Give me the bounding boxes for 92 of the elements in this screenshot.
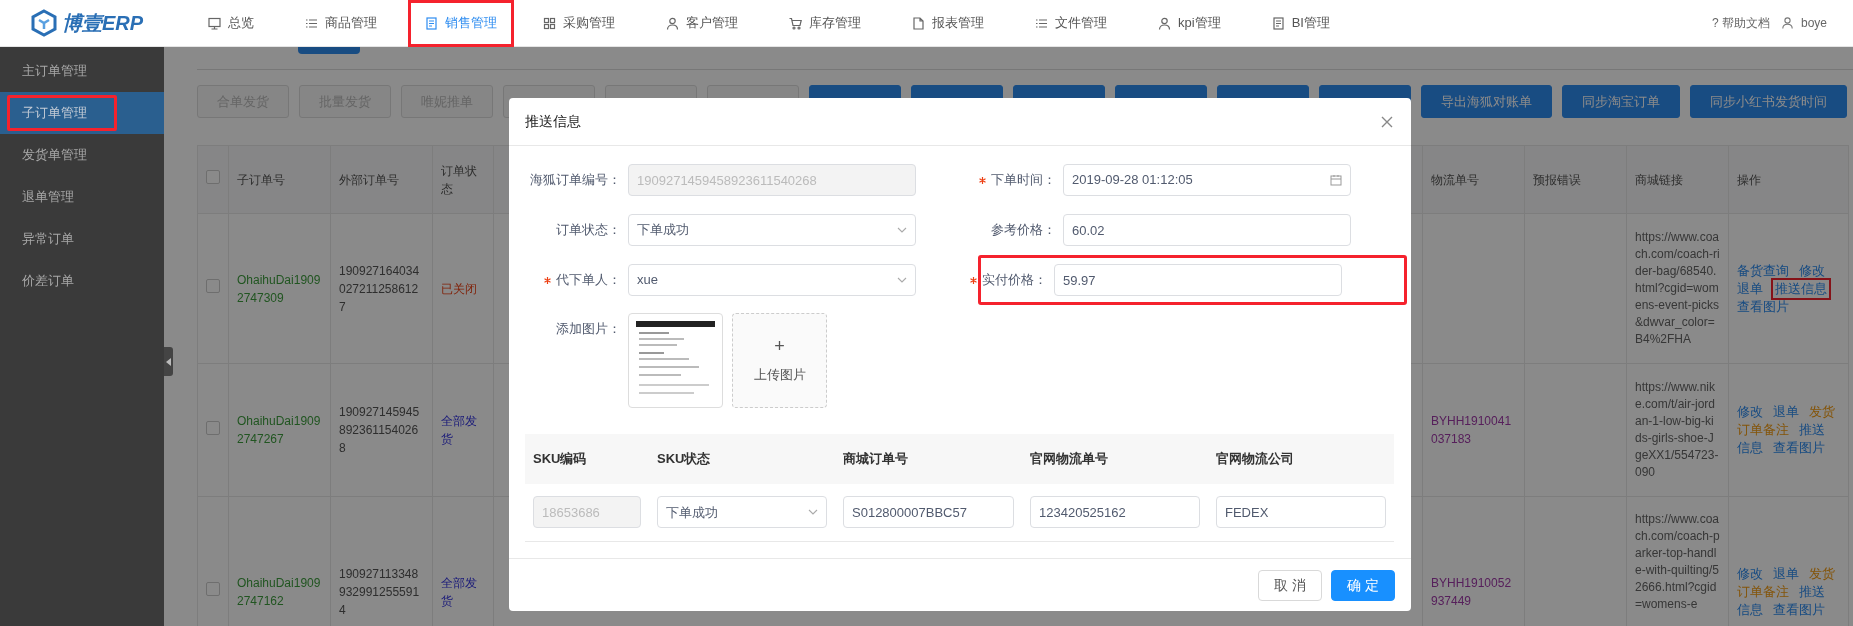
select-field[interactable]: xue: [628, 264, 916, 296]
table-cell: https://www.nike.com/t/air-jordan-1-low-big-kids-girls-shoe-JgeXX1/554723-090: [1626, 363, 1729, 497]
column-header: 订单状态: [432, 145, 494, 214]
toolbar-button[interactable]: 导出海狐对账单: [1421, 85, 1552, 118]
sidebar-item[interactable]: 退单管理: [0, 176, 164, 218]
person-icon: [1158, 16, 1171, 30]
nav-tab[interactable]: 采购管理: [531, 0, 627, 47]
select-field[interactable]: 下单成功: [657, 496, 827, 529]
toolbar-button[interactable]: 同步淘宝订单: [1562, 85, 1680, 118]
field-label: 添加图片：: [556, 320, 621, 338]
table-cell: https://www.coach.com/coach-rider-bag/68540.html?cgid=womens-event-picks&dwvar_color=B4%2FHA: [1626, 213, 1729, 364]
nav-tab[interactable]: 报表管理: [900, 0, 996, 47]
checkbox[interactable]: [206, 170, 220, 184]
table-cell: 1909271640340272112586127: [330, 213, 433, 364]
dialog-button[interactable]: 确 定: [1331, 569, 1395, 601]
grid-icon: [543, 16, 556, 30]
close-icon: [1381, 115, 1393, 128]
close-button[interactable]: [1381, 115, 1393, 128]
input-field[interactable]: 59.97: [1054, 264, 1342, 296]
monitor-icon: [208, 16, 221, 30]
field-value: xue: [637, 271, 658, 290]
input-field[interactable]: FEDEX: [1216, 496, 1386, 529]
nav-tab[interactable]: 客户管理: [654, 0, 750, 47]
table-cell: OhaihuDai19092747267: [228, 363, 331, 497]
field-label: 下单时间：: [991, 171, 1056, 190]
list-icon: [1035, 16, 1048, 30]
column-header: 物流单号: [1422, 145, 1525, 214]
column-header: 商城订单号: [835, 434, 1022, 484]
column-header: 子订单号: [228, 145, 331, 214]
field-label: 实付价格：: [982, 271, 1047, 290]
tab-edge[interactable]: [298, 47, 360, 54]
sidebar-item[interactable]: 价差订单: [0, 260, 164, 302]
nav-tab[interactable]: kpi管理: [1146, 0, 1233, 47]
input-field[interactable]: 60.02: [1063, 214, 1351, 246]
column-header: 官网物流公司: [1208, 434, 1394, 484]
table-cell: 1909271459458923611540268: [330, 363, 433, 497]
column-header: 官网物流单号: [1022, 434, 1208, 484]
user-name: boye: [1800, 15, 1827, 32]
select-field[interactable]: 下单成功: [628, 214, 916, 246]
field-label: 代下单人：: [556, 271, 621, 290]
field-label: 参考价格：: [991, 221, 1056, 240]
calendar-icon: [1330, 174, 1342, 186]
list-icon: [305, 16, 318, 30]
document-icon: [425, 16, 438, 30]
checkbox[interactable]: [206, 420, 220, 435]
file-icon: [912, 16, 925, 30]
logo-text: 博壹ERP: [62, 11, 144, 36]
document-icon: [1271, 16, 1285, 30]
nav-tab[interactable]: 商品管理: [293, 0, 389, 47]
column-header: 预报错误: [1524, 145, 1627, 214]
sidebar-item[interactable]: 异常订单: [0, 218, 164, 260]
checkbox[interactable]: [206, 582, 220, 596]
caret-icon: [808, 509, 818, 516]
input-field[interactable]: 123420525162: [1030, 496, 1200, 529]
help-link[interactable]: ? 帮助文档: [1711, 14, 1770, 32]
status-text: 已关闭: [432, 213, 494, 364]
sidebar-item[interactable]: 主订单管理: [0, 50, 164, 92]
field-value: 下单成功: [666, 503, 718, 522]
field-value: 下单成功: [637, 221, 689, 240]
checkbox[interactable]: [206, 279, 220, 293]
cart-icon: [789, 16, 802, 30]
column-header: 操作: [1728, 145, 1849, 214]
column-header: 商城链接: [1626, 145, 1729, 214]
field-label: 订单状态：: [556, 221, 621, 240]
nav-tab[interactable]: 销售管理: [408, 0, 514, 47]
upload-button[interactable]: + 上传图片: [732, 313, 827, 408]
collapse-handle[interactable]: [164, 347, 173, 376]
field-value: 2019-09-28 01:12:05: [1072, 171, 1193, 190]
action-link[interactable]: 推送信息: [1771, 277, 1831, 300]
field-label: 海狐订单编号：: [530, 171, 621, 190]
column-header: 外部订单号: [330, 145, 433, 214]
column-header: SKU编码: [525, 434, 649, 484]
table-cell: BYHH1910041037183: [1422, 363, 1525, 497]
nav-tab[interactable]: 文件管理: [1023, 0, 1119, 47]
table-cell: OhaihuDai19092747309: [228, 213, 331, 364]
person-icon: [666, 16, 679, 30]
input-field[interactable]: S012800007BBC57: [843, 496, 1014, 529]
sidebar-item[interactable]: 发货单管理: [0, 134, 164, 176]
logo-icon: [30, 9, 58, 37]
date-field[interactable]: 2019-09-28 01:12:05: [1063, 164, 1351, 196]
caret-icon: [897, 227, 907, 233]
caret-icon: [897, 277, 907, 283]
dialog-button[interactable]: 取 消: [1258, 569, 1322, 601]
dialog-title: 推送信息: [525, 112, 581, 131]
column-header: SKU状态: [649, 434, 835, 484]
nav-tab[interactable]: BI管理: [1259, 0, 1342, 47]
status-text: 全部发货: [432, 363, 494, 497]
user-icon: [1781, 17, 1793, 29]
nav-tab[interactable]: 总览: [196, 0, 266, 47]
toolbar-button[interactable]: 同步小红书发货时间: [1690, 85, 1847, 118]
sidebar-item[interactable]: 子订单管理: [0, 92, 164, 134]
nav-tab[interactable]: 库存管理: [777, 0, 873, 47]
